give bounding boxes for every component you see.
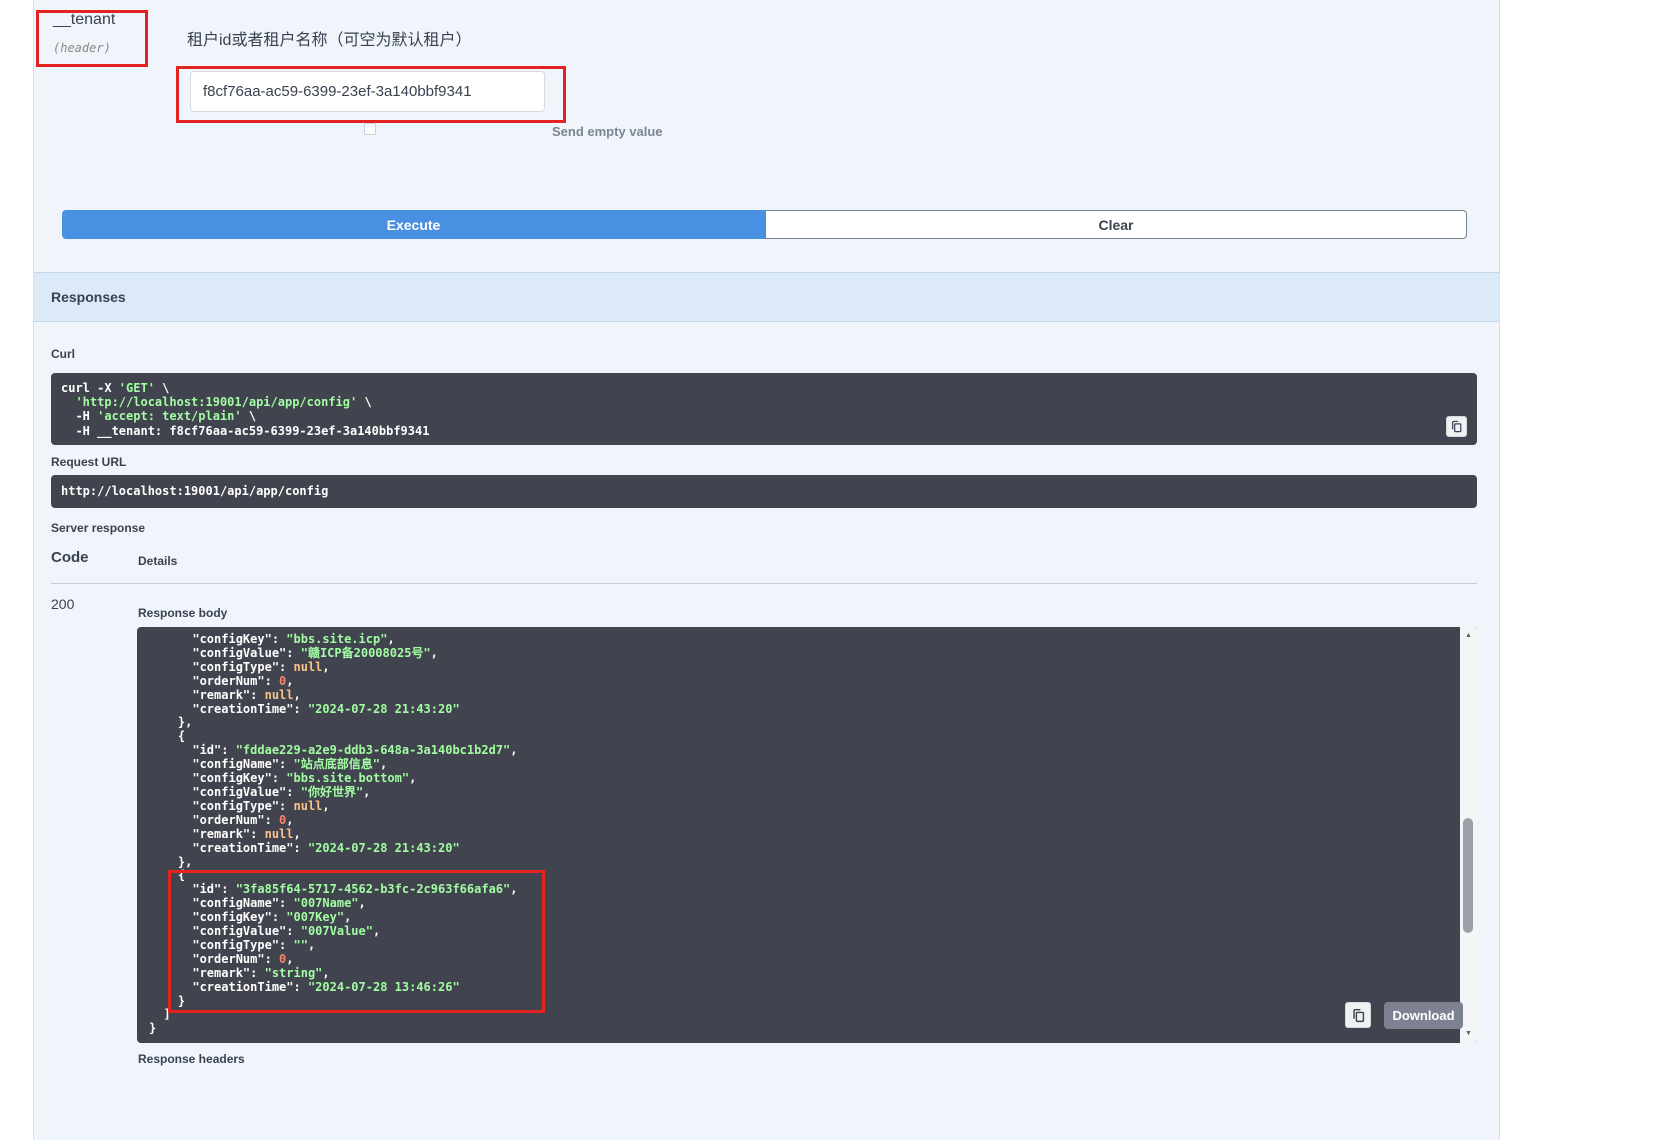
response-body-scrollbar[interactable]: ▲ ▼	[1460, 627, 1477, 1043]
send-empty-value-checkbox[interactable]	[364, 123, 376, 135]
scroll-down-icon[interactable]: ▼	[1460, 1026, 1477, 1042]
request-url-value: http://localhost:19001/api/app/config	[61, 484, 328, 498]
curl-command-block: curl -X 'GET' \ 'http://localhost:19001/…	[51, 373, 1477, 445]
request-url-block: http://localhost:19001/api/app/config	[51, 475, 1477, 508]
responses-section-header: Responses	[34, 272, 1499, 322]
tenant-input[interactable]	[190, 71, 545, 112]
swagger-operation-page: __tenant (header) 租户id或者租户名称（可空为默认租户） Se…	[0, 0, 1667, 1140]
server-response-label: Server response	[51, 521, 145, 535]
response-body-label: Response body	[138, 606, 227, 620]
request-url-label: Request URL	[51, 455, 126, 469]
parameter-name: __tenant	[53, 11, 115, 29]
curl-label: Curl	[51, 347, 75, 361]
parameter-location: (header)	[53, 41, 111, 55]
responses-title: Responses	[34, 273, 1499, 321]
status-code: 200	[51, 596, 74, 612]
table-header-divider	[51, 583, 1477, 584]
response-headers-label: Response headers	[138, 1052, 245, 1066]
download-button[interactable]: Download	[1384, 1002, 1463, 1029]
response-body-block: "configKey": "bbs.site.icp", "configValu…	[137, 627, 1477, 1043]
clipboard-icon	[1351, 1008, 1366, 1023]
code-column-header: Code	[51, 549, 89, 566]
execute-button[interactable]: Execute	[62, 210, 765, 239]
clipboard-icon	[1450, 420, 1463, 433]
copy-response-button[interactable]	[1345, 1002, 1371, 1028]
details-column-header: Details	[138, 554, 177, 568]
scroll-up-icon[interactable]: ▲	[1460, 628, 1477, 644]
copy-curl-button[interactable]	[1446, 416, 1467, 437]
clear-button[interactable]: Clear	[765, 210, 1467, 239]
scrollbar-thumb[interactable]	[1463, 818, 1473, 933]
parameter-description: 租户id或者租户名称（可空为默认租户）	[187, 26, 471, 50]
send-empty-value-label: Send empty value	[552, 124, 663, 139]
